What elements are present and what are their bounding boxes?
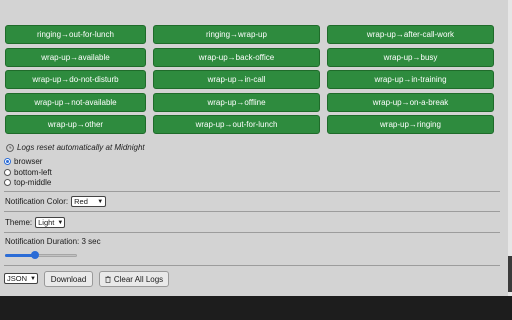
select-value: Light <box>38 218 55 227</box>
select-value: Red <box>74 197 88 206</box>
scrollbar[interactable] <box>508 0 512 296</box>
theme-select[interactable]: Light ▼ <box>35 217 66 228</box>
duration-slider[interactable] <box>5 251 77 259</box>
position-option-bottom-left[interactable]: bottom-left <box>4 168 52 177</box>
transition-button[interactable]: wrap-up→ringing <box>327 115 494 134</box>
transition-grid: ringing→out-for-lunch ringing→wrap-up wr… <box>5 25 501 134</box>
theme-label: Theme: <box>5 218 33 227</box>
transition-button[interactable]: wrap-up→offline <box>153 92 320 112</box>
transition-button[interactable]: ringing→out-for-lunch <box>5 25 146 44</box>
logs-reset-note: Logs reset automatically at Midnight <box>6 143 145 152</box>
export-format-row: JSON ▼ <box>4 273 38 284</box>
theme-row: Theme: Light ▼ <box>5 217 66 228</box>
transition-button[interactable]: wrap-up→on-a-break <box>327 92 494 112</box>
clear-label: Clear All Logs <box>113 274 164 284</box>
radio-button[interactable] <box>4 179 11 186</box>
notification-color-label: Notification Color: <box>5 197 69 206</box>
radio-button[interactable] <box>4 158 11 165</box>
chevron-down-icon: ▼ <box>97 198 104 205</box>
notification-color-row: Notification Color: Red ▼ <box>5 196 107 207</box>
clock-icon <box>6 143 14 152</box>
page-top-strip <box>0 0 512 18</box>
divider <box>4 232 500 233</box>
bottom-bar <box>0 296 512 320</box>
transition-button[interactable]: wrap-up→in-training <box>327 70 494 89</box>
divider <box>4 265 500 266</box>
transition-button[interactable]: wrap-up→other <box>5 115 146 134</box>
transition-button[interactable]: wrap-up→out-for-lunch <box>153 115 320 134</box>
divider <box>4 211 500 212</box>
transition-button[interactable]: wrap-up→not-available <box>5 92 146 112</box>
radio-button[interactable] <box>4 169 11 176</box>
export-format-select[interactable]: JSON ▼ <box>4 273 38 284</box>
transition-button[interactable]: wrap-up→available <box>5 47 146 67</box>
download-label: Download <box>50 274 87 284</box>
position-label: top-middle <box>14 178 52 187</box>
duration-label: Notification Duration: 3 sec <box>5 237 101 246</box>
position-option-browser[interactable]: browser <box>4 157 42 166</box>
transition-button[interactable]: wrap-up→after-call-work <box>327 25 494 44</box>
position-label: bottom-left <box>14 168 52 177</box>
transition-button[interactable]: wrap-up→busy <box>327 47 494 67</box>
notification-color-select[interactable]: Red ▼ <box>71 196 107 207</box>
select-value: JSON <box>7 274 28 283</box>
clear-all-logs-button[interactable]: Clear All Logs <box>99 271 169 287</box>
chevron-down-icon: ▼ <box>57 219 64 226</box>
logs-reset-text: Logs reset automatically at Midnight <box>17 143 145 152</box>
scrollbar-thumb[interactable] <box>508 256 512 292</box>
download-button[interactable]: Download <box>44 271 93 287</box>
position-label: browser <box>14 157 43 166</box>
transition-button[interactable]: wrap-up→do-not-disturb <box>5 70 146 89</box>
transition-button[interactable]: wrap-up→in-call <box>153 70 320 89</box>
transition-button[interactable]: ringing→wrap-up <box>153 25 320 44</box>
slider-handle[interactable] <box>30 251 39 259</box>
position-option-top-middle[interactable]: top-middle <box>4 178 51 187</box>
trash-icon <box>105 275 111 283</box>
chevron-down-icon: ▼ <box>30 275 36 282</box>
transition-button[interactable]: wrap-up→back-office <box>153 47 320 67</box>
divider <box>4 191 500 192</box>
